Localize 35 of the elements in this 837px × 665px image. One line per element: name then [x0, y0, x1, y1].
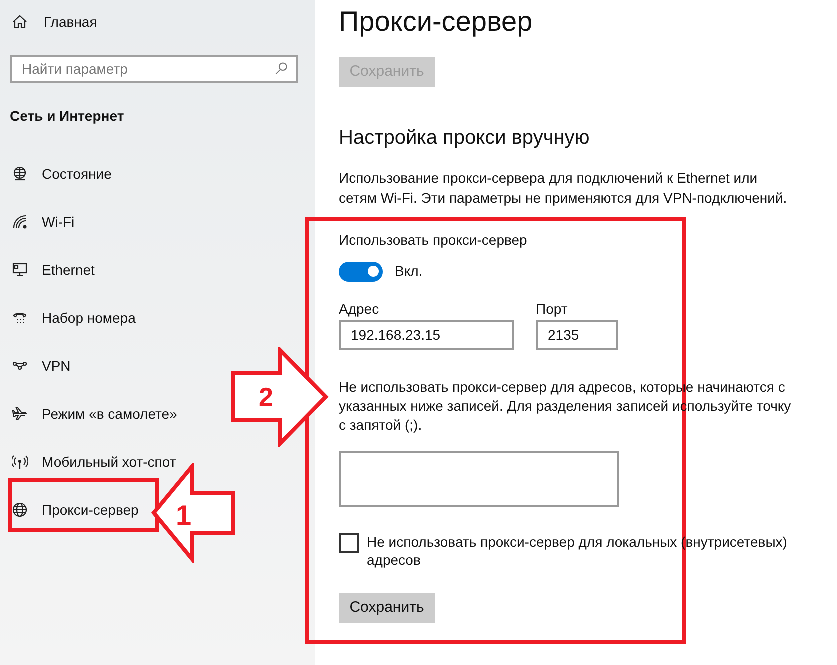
nav-item[interactable]: Ethernet	[10, 255, 95, 285]
toggle-state: Вкл.	[395, 262, 423, 281]
field-label: Адрес	[339, 300, 380, 318]
nav-item[interactable]: Режим «в самолете»	[10, 399, 178, 429]
home-link[interactable]: Главная	[44, 12, 98, 32]
toggle-switch[interactable]	[339, 262, 383, 282]
hotspot-icon	[12, 454, 28, 470]
annotation-number: 2	[259, 381, 274, 413]
exceptions-field[interactable]	[339, 451, 619, 507]
wifi-icon	[12, 214, 28, 230]
search-icon	[275, 62, 288, 75]
description-text: Использование прокси-сервера для подключений к Ethernet или сетям Wi-Fi. Эти параметры не применяются для VPN-подключений.	[339, 169, 788, 208]
section-heading: Сеть и Интернет	[10, 107, 126, 126]
nav-item[interactable]: Состояние	[10, 159, 112, 189]
port-field[interactable]: 2135	[536, 320, 618, 350]
nav-item[interactable]: Мобильный хот-спот	[10, 447, 176, 477]
dialup-icon	[12, 310, 28, 326]
airplane-icon	[12, 406, 28, 422]
address-field[interactable]: 192.168.23.15	[339, 320, 514, 350]
nav-item[interactable]: Прокси-сервер	[10, 495, 139, 525]
field-label: Порт	[536, 300, 569, 318]
search-field[interactable]: Найти параметр	[10, 55, 298, 83]
globe-monitor-icon	[12, 166, 28, 182]
nav-item[interactable]: Набор номера	[10, 303, 136, 333]
save-button[interactable]: Сохранить	[339, 593, 435, 623]
nav-item[interactable]: Wi-Fi	[10, 207, 75, 237]
ethernet-icon	[12, 262, 28, 278]
nav-item[interactable]: VPN	[10, 351, 71, 381]
home-icon	[12, 14, 28, 30]
page-title: Прокси-сервер	[339, 5, 534, 39]
setting-label: Использовать прокси-сервер	[339, 231, 528, 250]
annotation-number: 1	[176, 500, 192, 532]
globe-icon	[12, 502, 28, 518]
section-heading: Настройка прокси вручную	[339, 126, 591, 151]
checkbox[interactable]	[339, 533, 359, 553]
